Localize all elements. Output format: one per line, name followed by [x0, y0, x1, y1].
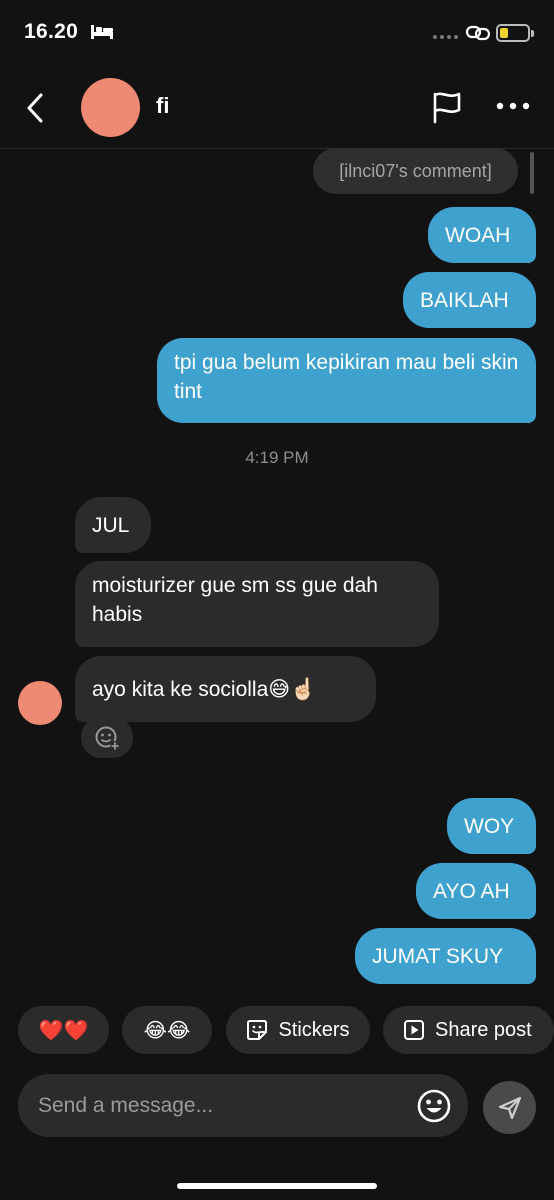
quick-reply-hearts[interactable]: ❤️❤️ — [18, 1006, 109, 1054]
quick-reply-bar: ❤️❤️ 😂😂 Stickers Share post — [0, 1006, 554, 1056]
chat-header: fi — [0, 66, 554, 149]
sticker-icon — [246, 1019, 268, 1041]
battery-tip — [531, 30, 534, 37]
add-reaction-icon — [95, 726, 120, 751]
battery-icon — [496, 24, 530, 42]
share-post-label: Share post — [435, 1018, 532, 1041]
back-button[interactable] — [22, 90, 50, 126]
incoming-message[interactable]: JUL — [75, 497, 151, 553]
status-bar: 16.20 — [0, 0, 554, 66]
send-icon — [498, 1096, 521, 1119]
message-composer — [18, 1074, 468, 1137]
signal-icon — [433, 35, 458, 39]
stickers-button[interactable]: Stickers — [226, 1006, 370, 1054]
comment-reference[interactable]: [ilnci07's comment] — [313, 148, 518, 194]
flag-icon[interactable] — [430, 90, 464, 124]
bed-icon — [91, 25, 113, 39]
play-icon — [403, 1019, 425, 1041]
contact-name[interactable]: fi — [156, 93, 169, 119]
sender-avatar[interactable] — [18, 681, 62, 725]
add-reaction-button[interactable] — [81, 717, 133, 758]
contact-avatar[interactable] — [81, 78, 140, 137]
outgoing-message[interactable]: AYO AH — [416, 863, 536, 919]
link-icon — [466, 25, 490, 41]
outgoing-message[interactable]: WOAH — [428, 207, 536, 263]
more-options-icon[interactable] — [495, 100, 531, 112]
incoming-message[interactable]: ayo kita ke sociolla😅☝🏻 — [75, 656, 376, 722]
outgoing-message[interactable]: JUMAT SKUY — [355, 928, 536, 984]
home-indicator — [177, 1183, 377, 1189]
message-input[interactable] — [38, 1074, 398, 1137]
stickers-label: Stickers — [278, 1018, 350, 1041]
outgoing-message[interactable]: WOY — [447, 798, 536, 854]
emoji-icon[interactable] — [416, 1088, 452, 1124]
message-timestamp: 4:19 PM — [245, 448, 309, 467]
outgoing-message[interactable]: BAIKLAH — [403, 272, 536, 328]
share-post-button[interactable]: Share post — [383, 1006, 554, 1054]
scroll-indicator[interactable] — [530, 152, 534, 194]
send-button[interactable] — [483, 1081, 536, 1134]
status-time: 16.20 — [24, 20, 79, 43]
incoming-message[interactable]: moisturizer gue sm ss gue dah habis — [75, 561, 439, 647]
quick-reply-laughs[interactable]: 😂😂 — [122, 1006, 212, 1054]
outgoing-message[interactable]: tpi gua belum kepikiran mau beli skin ti… — [157, 338, 536, 423]
